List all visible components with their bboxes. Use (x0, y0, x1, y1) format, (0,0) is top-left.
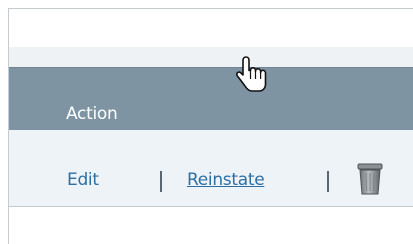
separator-1 (160, 171, 162, 192)
table-subheader-strip (9, 47, 413, 67)
trash-can-icon[interactable] (355, 161, 385, 197)
edit-link[interactable]: Edit (67, 170, 99, 190)
table-header: Action (9, 67, 413, 131)
table-top-area (9, 9, 413, 47)
actions-table: Action Edit Reinstate (8, 8, 413, 244)
hand-pointer-cursor-icon (236, 55, 272, 95)
table-row: Edit Reinstate (9, 130, 413, 207)
reinstate-link[interactable]: Reinstate (187, 170, 265, 190)
separator-2 (327, 171, 329, 192)
column-header-action: Action (66, 104, 118, 124)
